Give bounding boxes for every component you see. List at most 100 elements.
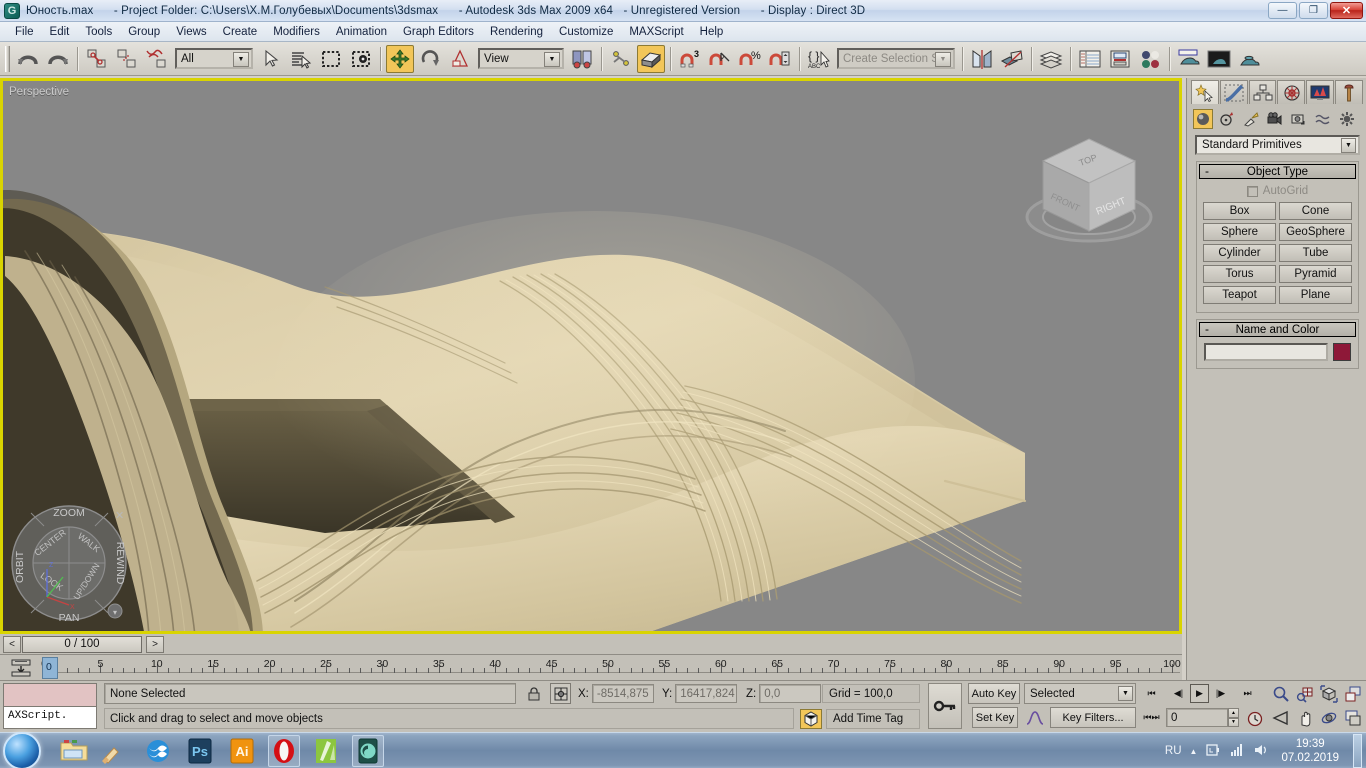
- window-crossing-icon[interactable]: [347, 45, 375, 73]
- subtab-geometry[interactable]: [1193, 108, 1213, 129]
- tab-utilities[interactable]: [1335, 80, 1363, 104]
- start-orb-icon[interactable]: [3, 732, 41, 768]
- time-slider-frame-field[interactable]: 0 / 100: [22, 635, 142, 653]
- zoom-all-icon[interactable]: [1294, 683, 1315, 704]
- object-color-swatch[interactable]: [1333, 343, 1351, 361]
- named-selection-set-dropdown[interactable]: Create Selection Set ▼: [837, 48, 955, 69]
- y-coordinate[interactable]: Y: 16417,824: [662, 684, 738, 703]
- undo-icon[interactable]: [14, 45, 42, 73]
- redo-icon[interactable]: [44, 45, 72, 73]
- z-value[interactable]: 0,0: [759, 684, 822, 703]
- play-animation-button[interactable]: ▶: [1190, 684, 1209, 703]
- viewport-label[interactable]: Perspective: [9, 86, 69, 98]
- subtab-cameras[interactable]: [1265, 109, 1285, 129]
- steering-wheel[interactable]: ZOOM PAN ORBIT REWIND CENTER WALK LOOK U…: [7, 497, 135, 629]
- maxscript-output-pane[interactable]: [4, 684, 96, 707]
- object-name-input[interactable]: [1204, 343, 1328, 361]
- key-filters-button[interactable]: Key Filters...: [1050, 707, 1136, 728]
- object-type-header[interactable]: - Object Type: [1199, 164, 1356, 179]
- select-and-rotate-icon[interactable]: [416, 45, 444, 73]
- x-coordinate[interactable]: X: -8514,875: [578, 684, 654, 703]
- create-sphere-button[interactable]: Sphere: [1203, 223, 1276, 241]
- mirror-snap-icon[interactable]: [607, 45, 635, 73]
- photoshop-icon[interactable]: Ps: [184, 735, 216, 767]
- chevron-down-icon[interactable]: ▼: [544, 52, 560, 67]
- menu-item-rendering[interactable]: Rendering: [482, 24, 551, 40]
- chevron-down-icon[interactable]: ▼: [1118, 686, 1133, 701]
- explorer-icon[interactable]: [58, 735, 90, 767]
- spinner-down-icon[interactable]: ▼: [1228, 717, 1239, 727]
- maximize-viewport-toggle-icon[interactable]: [1342, 707, 1363, 728]
- rectangular-selection-region-icon[interactable]: [317, 45, 345, 73]
- next-frame-button[interactable]: |▶: [1211, 684, 1230, 703]
- menu-item-tools[interactable]: Tools: [77, 24, 120, 40]
- create-cylinder-button[interactable]: Cylinder: [1203, 244, 1276, 262]
- tab-modify[interactable]: [1219, 80, 1248, 104]
- y-value[interactable]: 16417,824: [675, 684, 738, 703]
- subtab-shapes[interactable]: [1217, 109, 1237, 129]
- render-setup-icon[interactable]: [1175, 45, 1203, 73]
- autogrid-row[interactable]: AutoGrid: [1199, 185, 1356, 197]
- ccleaner-icon[interactable]: [100, 735, 132, 767]
- rollout-collapse-icon[interactable]: -: [1205, 322, 1209, 336]
- select-and-uniform-scale-icon[interactable]: [446, 45, 474, 73]
- mirror-icon[interactable]: [968, 45, 996, 73]
- maxscript-input-text[interactable]: AXScript.: [4, 707, 96, 725]
- angle-snap-toggle-icon[interactable]: [706, 45, 734, 73]
- select-and-link-icon[interactable]: [83, 45, 111, 73]
- menu-item-file[interactable]: File: [7, 24, 42, 40]
- go-to-end-button[interactable]: ⏭: [1238, 684, 1257, 703]
- maxscript-mini-listener[interactable]: AXScript.: [3, 683, 97, 729]
- x-value[interactable]: -8514,875: [591, 684, 654, 703]
- subtab-systems[interactable]: [1337, 109, 1357, 129]
- percent-snap-toggle-icon[interactable]: %: [736, 45, 764, 73]
- tab-create[interactable]: [1191, 80, 1219, 104]
- go-to-start-button[interactable]: ⏮: [1142, 684, 1161, 703]
- viewport-perspective[interactable]: Perspective TOP FRONT RIGHT ZOOM PAN ORB…: [0, 78, 1182, 634]
- field-of-view-icon[interactable]: [1270, 707, 1291, 728]
- material-editor-icon[interactable]: [1136, 45, 1164, 73]
- snap-toggle-3-icon[interactable]: 3: [676, 45, 704, 73]
- autogrid-checkbox[interactable]: [1246, 185, 1258, 197]
- add-time-tag-button[interactable]: Add Time Tag: [826, 709, 920, 729]
- key-mode-button[interactable]: ⏮⏭: [1142, 708, 1161, 727]
- use-pivot-point-center-icon[interactable]: [568, 45, 596, 73]
- network-signal-icon[interactable]: [1229, 742, 1245, 761]
- select-by-name-icon[interactable]: [287, 45, 315, 73]
- edit-named-selection-sets-icon[interactable]: { } ABC: [805, 45, 833, 73]
- zoom-icon[interactable]: [1270, 683, 1291, 704]
- rendered-frame-window-icon[interactable]: [1205, 45, 1233, 73]
- orbit-icon[interactable]: [1318, 707, 1339, 728]
- chevron-down-icon[interactable]: ▼: [935, 52, 951, 67]
- default-in-out-tangents-icon[interactable]: [1024, 707, 1046, 728]
- corel-icon[interactable]: [310, 735, 342, 767]
- toolbar-grip[interactable]: [5, 45, 10, 72]
- language-indicator[interactable]: RU: [1165, 745, 1182, 757]
- tab-hierarchy[interactable]: [1248, 80, 1277, 104]
- select-and-move-icon[interactable]: [386, 44, 414, 73]
- menu-item-maxscript[interactable]: MAXScript: [621, 24, 691, 40]
- chevron-down-icon[interactable]: ▼: [233, 52, 249, 67]
- track-bar[interactable]: 0 5 10 15 20 25 30 35 40 45 50 55 60 65 70 75 80 85 90 95 10…: [0, 654, 1182, 680]
- time-configuration-icon[interactable]: [1244, 708, 1265, 729]
- zoom-extents-icon[interactable]: [1318, 683, 1339, 704]
- menu-item-animation[interactable]: Animation: [328, 24, 395, 40]
- illustrator-icon[interactable]: Ai: [226, 735, 258, 767]
- spinner-snap-toggle-icon[interactable]: [766, 45, 794, 73]
- view-cube[interactable]: TOP FRONT RIGHT: [1011, 121, 1167, 257]
- zoom-region-icon[interactable]: [1342, 683, 1363, 704]
- selection-lock-toggle-icon[interactable]: [524, 683, 544, 704]
- layer-manager-icon[interactable]: [1037, 45, 1065, 73]
- pan-view-icon[interactable]: [1294, 707, 1315, 728]
- name-and-color-header[interactable]: - Name and Color: [1199, 322, 1356, 337]
- reference-coordinate-dropdown[interactable]: View ▼: [478, 48, 564, 69]
- previous-frame-button[interactable]: ◀|: [1169, 684, 1188, 703]
- create-cone-button[interactable]: Cone: [1279, 202, 1352, 220]
- chevron-down-icon[interactable]: ▼: [1341, 138, 1356, 153]
- time-slider-next-button[interactable]: >: [146, 635, 164, 653]
- time-slider-prev-button[interactable]: <: [3, 635, 21, 653]
- subtab-space-warps[interactable]: [1313, 109, 1333, 129]
- menu-item-create[interactable]: Create: [215, 24, 266, 40]
- absolute-relative-transform-toggle-icon[interactable]: [550, 683, 571, 704]
- curve-editor-icon[interactable]: [1076, 45, 1104, 73]
